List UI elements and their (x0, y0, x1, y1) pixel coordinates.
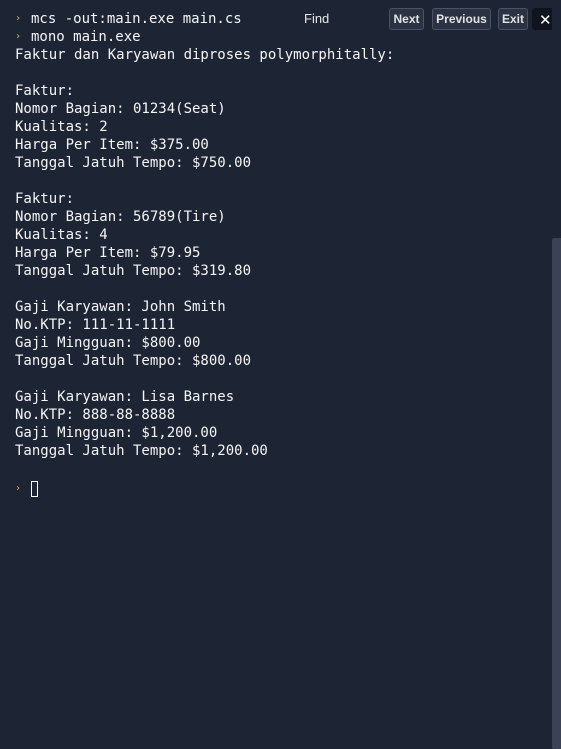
prompt-chevron-icon: › (15, 483, 22, 494)
prompt-chevron-icon: › (15, 31, 22, 42)
output-line: Faktur: (15, 83, 75, 99)
output-line: Faktur dan Karyawan diproses polymorphit… (15, 47, 395, 63)
output-line: Gaji Karyawan: John Smith (15, 299, 226, 315)
text-cursor (31, 481, 38, 497)
command-line: › mono main.exe (15, 28, 535, 46)
output-line: No.KTP: 888-88-8888 (15, 407, 176, 423)
output-line: Tanggal Jatuh Tempo: $319.80 (15, 263, 252, 279)
output-line: Nomor Bagian: 01234(Seat) (15, 101, 226, 117)
output-line: Gaji Mingguan: $1,200.00 (15, 425, 218, 441)
output-line: Tanggal Jatuh Tempo: $800.00 (15, 353, 252, 369)
output-line: Nomor Bagian: 56789(Tire) (15, 209, 226, 225)
output-line: No.KTP: 111-11-1111 (15, 317, 176, 333)
output-line: Harga Per Item: $375.00 (15, 137, 209, 153)
output-line: Faktur: (15, 191, 75, 207)
input-prompt[interactable]: › (15, 479, 38, 499)
terminal-output: › mcs -out:main.exe main.cs › mono main.… (15, 10, 535, 460)
output-line: Gaji Mingguan: $800.00 (15, 335, 201, 351)
prompt-chevron-icon: › (15, 13, 22, 24)
command-text: mono main.exe (31, 29, 141, 45)
scrollbar-thumb[interactable] (552, 238, 561, 749)
output-line: Gaji Karyawan: Lisa Barnes (15, 389, 235, 405)
program-output: Faktur dan Karyawan diproses polymorphit… (15, 46, 535, 460)
output-line: Kualitas: 4 (15, 227, 108, 243)
command-line: › mcs -out:main.exe main.cs (15, 10, 535, 28)
command-text: mcs -out:main.exe main.cs (31, 11, 242, 27)
output-line: Tanggal Jatuh Tempo: $1,200.00 (15, 443, 268, 459)
close-icon: ✕ (539, 11, 552, 29)
output-line: Kualitas: 2 (15, 119, 108, 135)
output-line: Tanggal Jatuh Tempo: $750.00 (15, 155, 252, 171)
output-line: Harga Per Item: $79.95 (15, 245, 201, 261)
terminal-window[interactable]: Find Next Previous Exit ✕ › mcs -out:mai… (0, 0, 561, 749)
